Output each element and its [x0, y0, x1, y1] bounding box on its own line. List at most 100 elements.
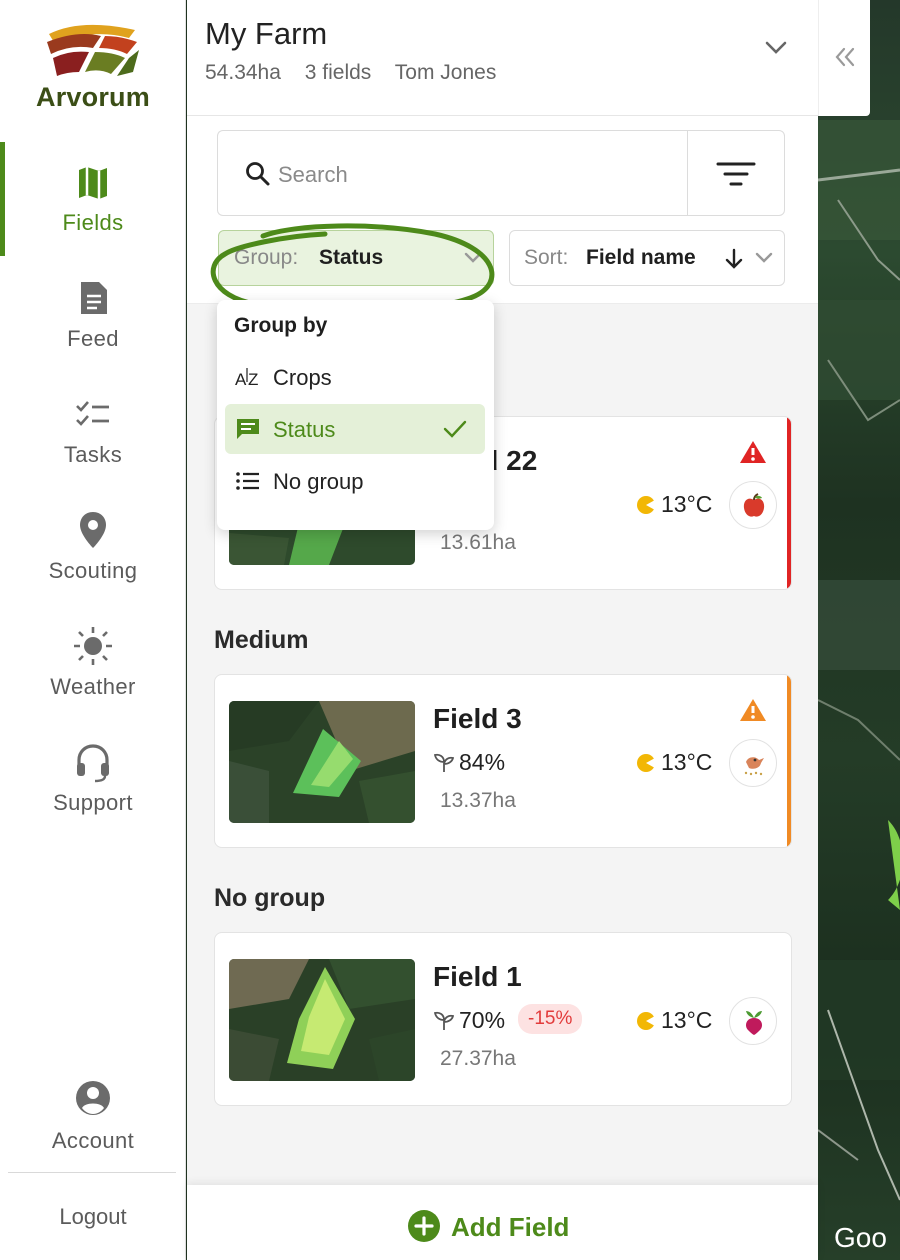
field-thumbnail — [229, 959, 415, 1081]
health-value: 70% — [459, 1007, 506, 1033]
group-heading: Medium — [214, 626, 309, 654]
nav-item-label: Feed — [67, 326, 119, 351]
nav-item-weather[interactable]: Weather — [0, 624, 186, 734]
group-by-select[interactable]: Group: Status — [218, 230, 494, 286]
farm-owner: Tom Jones — [394, 61, 497, 84]
arrow-down-icon — [725, 248, 743, 269]
search-box[interactable] — [217, 130, 687, 216]
nav-item-label: Fields — [62, 210, 124, 235]
group-by-prefix: Group: — [234, 246, 299, 269]
plus-circle-icon — [408, 1210, 440, 1242]
field-name: Field 3 — [433, 703, 522, 734]
map-icon — [79, 167, 107, 199]
nav-item-label: Scouting — [48, 558, 138, 583]
search-icon — [246, 162, 270, 186]
chevron-down-icon — [755, 252, 773, 263]
map-view[interactable] — [818, 0, 900, 1260]
message-icon — [237, 419, 259, 439]
double-chevron-left-icon — [835, 47, 855, 67]
field-area: 13.37ha — [440, 789, 516, 812]
temperature-value: 13°C — [661, 749, 713, 775]
temperature-value: 13°C — [661, 1007, 713, 1033]
location-pin-icon — [80, 512, 106, 548]
nav-item-tasks[interactable]: Tasks — [0, 392, 186, 502]
checkmark-icon — [443, 420, 467, 438]
group-by-value: Status — [319, 246, 384, 269]
status-indicator-bar — [787, 417, 791, 589]
menu-item-crops[interactable]: A Z Crops — [225, 352, 485, 402]
field-health: 70% — [433, 1007, 505, 1034]
menu-item-label: No group — [273, 469, 364, 494]
group-by-menu: Group by A Z Crops Status No group — [217, 300, 494, 530]
chevron-down-icon — [464, 252, 482, 263]
sort-select[interactable]: Sort: Field name — [509, 230, 785, 286]
chevron-down-icon[interactable] — [763, 34, 789, 60]
sun-icon — [74, 627, 112, 665]
sort-prefix: Sort: — [524, 246, 569, 269]
apple-icon — [743, 493, 765, 517]
search-input[interactable] — [278, 159, 658, 191]
nav-item-label: Weather — [50, 674, 136, 699]
crop-badge — [729, 739, 777, 787]
sprout-icon — [433, 753, 455, 772]
status-indicator-bar — [787, 675, 791, 847]
health-change-badge: -15% — [518, 1004, 583, 1034]
crop-badge — [729, 997, 777, 1045]
menu-title: Group by — [234, 314, 328, 337]
crop-badge — [729, 481, 777, 529]
menu-item-no-group[interactable]: No group — [225, 456, 485, 506]
weather-sun-icon — [637, 1012, 657, 1030]
sprout-icon — [433, 1011, 455, 1030]
fields-panel: My Farm 54.34ha 3 fields Tom Jones Group… — [187, 0, 818, 1260]
group-heading: No group — [214, 884, 326, 912]
nav-divider — [8, 1172, 176, 1173]
field-thumbnail — [229, 701, 415, 823]
sort-value: Field name — [586, 246, 696, 269]
field-card[interactable]: Field 1 70% -15% 27.37ha 13°C — [214, 932, 792, 1106]
add-field-label: Add Field — [451, 1212, 570, 1242]
nav-item-label: Tasks — [63, 442, 123, 467]
field-area: 27.37ha — [440, 1047, 516, 1070]
menu-item-status[interactable]: Status — [225, 404, 485, 454]
map-attribution: Goo — [834, 1222, 887, 1253]
warning-icon — [740, 699, 766, 721]
farm-field-count: 3 fields — [304, 61, 372, 84]
field-health: 84% — [433, 749, 505, 776]
sidebar: Arvorum Fields Feed Tasks Scouting Weath… — [0, 0, 186, 1260]
health-value: 84% — [459, 749, 506, 775]
filter-button[interactable] — [687, 130, 785, 216]
field-name: Field 1 — [433, 961, 522, 992]
weather-sun-icon — [637, 496, 657, 514]
map-terrain — [818, 120, 900, 1201]
beetroot-icon — [746, 1011, 762, 1035]
nav-item-support[interactable]: Support — [0, 740, 186, 850]
account-icon — [76, 1081, 110, 1115]
az-sort-icon: A Z — [235, 368, 258, 389]
nav-item-label: Support — [53, 790, 133, 815]
list-icon — [236, 472, 259, 490]
nav-item-fields[interactable]: Fields — [0, 160, 186, 270]
field-weather: 13°C — [635, 749, 712, 776]
nav-item-scouting[interactable]: Scouting — [0, 508, 186, 618]
farm-name: My Farm — [205, 16, 328, 51]
add-field-button[interactable]: Add Field — [407, 1209, 569, 1243]
farm-meta: 54.34ha 3 fields Tom Jones — [205, 61, 514, 85]
nav-item-label: Account — [51, 1128, 135, 1153]
warning-icon — [740, 441, 766, 463]
brand-logo[interactable]: Arvorum — [0, 16, 186, 113]
field-weather: 13°C — [635, 491, 712, 518]
field-area: 13.61ha — [440, 531, 516, 554]
document-icon — [81, 282, 107, 314]
svg-text:A: A — [235, 370, 247, 389]
bird-seed-icon — [744, 757, 764, 776]
farm-header[interactable]: My Farm 54.34ha 3 fields Tom Jones — [187, 0, 818, 116]
nav-item-feed[interactable]: Feed — [0, 276, 186, 386]
collapse-panel-button[interactable] — [818, 0, 870, 116]
svg-text:Z: Z — [248, 370, 258, 389]
field-card[interactable]: Field 3 84% 13.37ha 13°C — [214, 674, 792, 848]
checklist-icon — [76, 401, 109, 426]
menu-item-label: Status — [273, 417, 336, 442]
arvorum-logo-icon — [47, 24, 139, 76]
filter-icon — [716, 162, 756, 186]
logout-button[interactable]: Logout — [0, 1204, 186, 1230]
